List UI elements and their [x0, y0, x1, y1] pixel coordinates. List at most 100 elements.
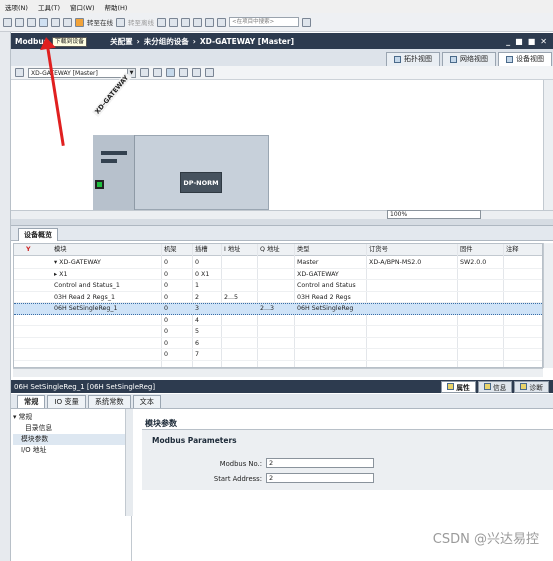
inspector-title: 06H SetSingleReg_1 [06H SetSingleReg]: [14, 382, 156, 391]
status-led-icon: [95, 180, 104, 189]
col-type[interactable]: 类型: [297, 244, 310, 255]
graphic-icon[interactable]: [153, 68, 162, 77]
menu-tools[interactable]: 工具(T): [33, 2, 65, 12]
tab-properties[interactable]: 属性: [441, 380, 476, 393]
split-vertical-icon[interactable]: [217, 17, 226, 27]
pointer-icon[interactable]: [166, 68, 175, 77]
nav-general[interactable]: ▾ 常规: [13, 412, 129, 423]
watermark: CSDN @兴达易控: [432, 532, 539, 547]
grid-icon[interactable]: [179, 68, 188, 77]
close-view-icon[interactable]: [193, 17, 202, 27]
col-comment[interactable]: 注释: [506, 244, 519, 255]
tab-system-constants[interactable]: 系统常数: [87, 395, 131, 408]
table-cell-type: 03H Read 2 Regs: [297, 293, 351, 301]
col-q-address[interactable]: Q 地址: [260, 244, 280, 255]
table-horizontal-scrollbar[interactable]: [13, 368, 543, 377]
dp-norm-module[interactable]: DP-NORM: [180, 172, 222, 193]
layout-icon[interactable]: [192, 68, 201, 77]
go-offline-button[interactable]: 转至离线: [128, 17, 154, 27]
table-vertical-scrollbar[interactable]: [543, 243, 553, 368]
table-cell-module: 06H SetSingleReg_1: [54, 305, 118, 312]
tab-network-view[interactable]: 网络视图: [442, 52, 496, 66]
overview-tabbar: [11, 226, 553, 241]
table-cell-module: ▾ XD-GATEWAY: [54, 259, 101, 266]
device-select[interactable]: XD-GATEWAY [Master] ▼: [28, 67, 136, 78]
canvas-vertical-scrollbar[interactable]: [543, 80, 553, 210]
table-cell-rack: 0: [164, 282, 169, 289]
restore-button[interactable]: ■: [515, 37, 523, 46]
table-cell-type: Control and Status: [297, 282, 356, 289]
tab-label: 信息: [492, 383, 507, 392]
table-cell-type: XD-GATEWAY: [297, 270, 339, 278]
menu-window[interactable]: 窗口(W): [65, 2, 100, 12]
nav-module-parameters[interactable]: 模块参数: [13, 434, 129, 445]
download-to-device-icon[interactable]: [39, 17, 48, 27]
project-search-input[interactable]: <在项目中搜索>: [229, 17, 299, 27]
table-cell-type: Master: [297, 259, 319, 266]
menu-options[interactable]: 选项(N): [0, 2, 33, 12]
table-row[interactable]: [14, 315, 542, 326]
zoom-icon[interactable]: [205, 68, 214, 77]
table-row[interactable]: [14, 326, 542, 338]
table-cell-slot: 0 X1: [195, 270, 210, 278]
head-module[interactable]: [93, 135, 135, 210]
start-address-field[interactable]: 2: [266, 473, 374, 483]
go-offline-icon[interactable]: [116, 17, 125, 27]
minimize-button[interactable]: _: [506, 37, 510, 46]
nav-scrollbar[interactable]: [125, 409, 133, 516]
table-cell-slot: 3: [195, 305, 200, 312]
monitor-icon[interactable]: [181, 17, 190, 27]
table-cell-module: 03H Read 2 Regs_1: [54, 293, 115, 301]
undo-icon[interactable]: [3, 17, 12, 27]
tab-texts[interactable]: 文本: [132, 395, 161, 408]
go-online-button[interactable]: 转至在线: [87, 17, 113, 27]
tab-info[interactable]: 信息: [477, 380, 513, 393]
table-row[interactable]: [14, 269, 542, 280]
tab-device-view[interactable]: 设备视图: [498, 52, 552, 66]
inspector-titlebar: 06H SetSingleReg_1 [06H SetSingleReg] 属性…: [11, 380, 553, 393]
panel-splitter[interactable]: [11, 219, 553, 226]
redo-icon[interactable]: [15, 17, 24, 27]
table-icon[interactable]: [140, 68, 149, 77]
table-row[interactable]: [14, 349, 542, 361]
upload-icon[interactable]: [51, 17, 60, 27]
compile-icon[interactable]: [27, 17, 36, 27]
filter-icon[interactable]: Y: [26, 244, 31, 255]
accessible-devices-icon[interactable]: [157, 17, 166, 27]
nav-io-addresses[interactable]: I/O 地址: [13, 445, 129, 456]
col-slot[interactable]: 插槽: [195, 244, 208, 255]
simulation-icon[interactable]: [63, 17, 72, 27]
close-button[interactable]: ✕: [540, 37, 547, 46]
tab-label: 网络视图: [460, 55, 488, 63]
table-cell-slot: 2: [195, 293, 200, 301]
cross-reference-icon[interactable]: [169, 17, 178, 27]
table-cell-i: 2...5: [224, 293, 239, 301]
col-module[interactable]: 模块: [54, 244, 67, 255]
project-tree-collapsed[interactable]: [0, 32, 11, 561]
nav-catalog-info[interactable]: 目录信息: [13, 423, 129, 434]
table-cell-type: 06H SetSingleReg: [297, 305, 354, 312]
device-canvas[interactable]: [11, 80, 543, 210]
topology-icon: [394, 56, 401, 63]
col-order-number[interactable]: 订货号: [369, 244, 388, 255]
table-row[interactable]: [14, 338, 542, 349]
device-view-tool-icon[interactable]: [15, 68, 24, 77]
col-rack[interactable]: 机架: [164, 244, 177, 255]
maximize-button[interactable]: ■: [528, 37, 536, 46]
tab-topology-view[interactable]: 拓扑视图: [386, 52, 440, 66]
col-firmware[interactable]: 固件: [460, 244, 473, 255]
menu-help[interactable]: 帮助(H): [99, 2, 132, 12]
table-cell-rack: 0: [164, 351, 169, 358]
zoom-select[interactable]: 100%: [387, 210, 481, 219]
tab-general[interactable]: 常规: [17, 395, 46, 408]
breadcrumb-group: 未分组的设备: [143, 36, 189, 46]
device-view-toolbar: XD-GATEWAY [Master] ▼: [11, 66, 553, 80]
split-horizontal-icon[interactable]: [205, 17, 214, 27]
tab-io-tags[interactable]: IO 变量: [47, 395, 86, 408]
col-i-address[interactable]: I 地址: [224, 244, 240, 255]
modbus-no-field[interactable]: 2: [266, 458, 374, 468]
go-online-icon[interactable]: [75, 17, 84, 27]
tab-diagnostics[interactable]: 诊断: [514, 380, 549, 393]
search-icon[interactable]: [302, 17, 311, 27]
tab-device-overview[interactable]: 设备概览: [18, 228, 58, 241]
